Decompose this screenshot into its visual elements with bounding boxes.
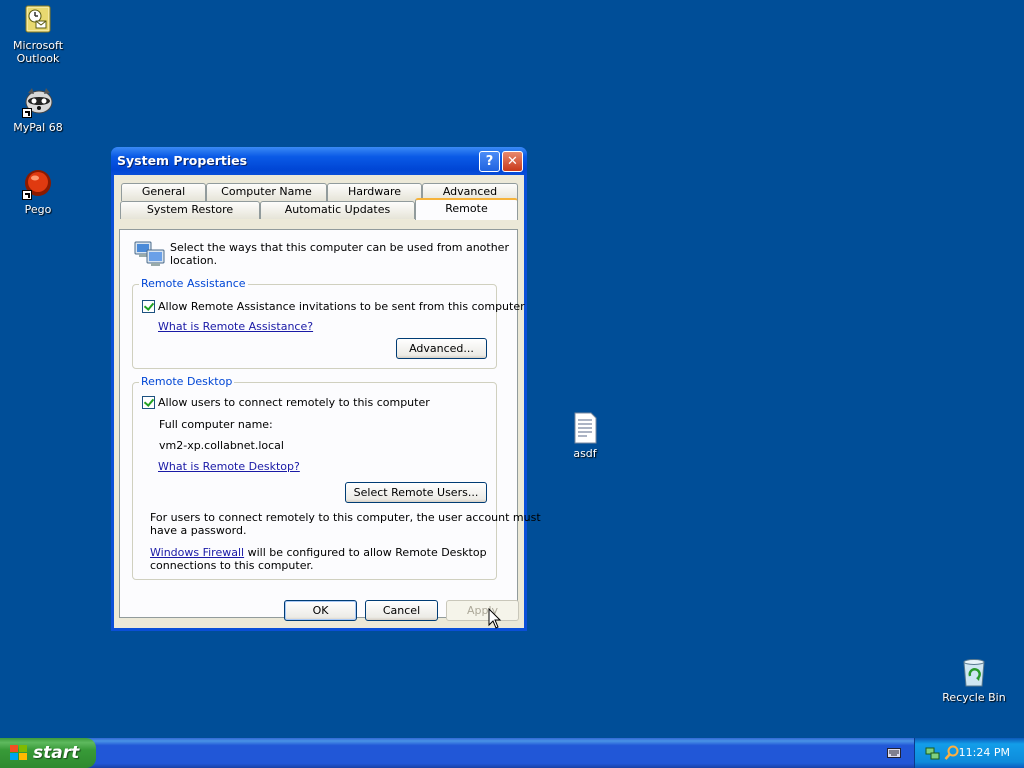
remote-assistance-legend: Remote Assistance [139, 277, 248, 290]
remote-tab-panel: Select the ways that this computer can b… [119, 229, 541, 618]
taskbar: start 11:24 PM [0, 738, 1024, 768]
tab-general[interactable]: General [121, 183, 206, 201]
close-button[interactable]: ✕ [502, 151, 523, 172]
what-is-remote-desktop-link[interactable]: What is Remote Desktop? [158, 460, 300, 473]
desktop-icon-outlook[interactable]: Microsoft Outlook [0, 4, 76, 65]
firewall-note-line2: connections to this computer. [150, 559, 314, 572]
help-icon: ? [485, 154, 494, 169]
pego-icon [22, 168, 54, 200]
system-tray: 11:24 PM [914, 738, 1024, 768]
remote-desktop-checkbox[interactable] [142, 396, 155, 409]
tab-automatic-updates[interactable]: Automatic Updates [260, 201, 415, 219]
mouse-cursor-icon [488, 607, 502, 630]
desktop-icon-label: asdf [573, 447, 597, 460]
ok-button[interactable]: OK [284, 600, 357, 621]
window-title: System Properties [117, 153, 248, 168]
mypal-icon [22, 86, 54, 118]
desktop-icon-recycle-bin[interactable]: Recycle Bin [936, 656, 1012, 704]
recycle-bin-icon [958, 656, 990, 688]
firewall-note-line1: Windows Firewall will be configured to a… [150, 546, 487, 559]
shortcut-arrow-icon [22, 190, 32, 200]
full-computer-name-label: Full computer name: [159, 418, 273, 431]
system-properties-window: System Properties ? ✕ General Computer N… [111, 147, 541, 631]
desktop-icon-label: MyPal 68 [13, 121, 63, 134]
title-bar[interactable]: System Properties ? ✕ [111, 147, 527, 175]
password-note-line1: For users to connect remotely to this co… [150, 511, 541, 524]
remote-computers-icon [133, 238, 167, 270]
start-label: start [33, 743, 80, 763]
select-remote-users-button[interactable]: Select Remote Users... [345, 482, 487, 503]
full-computer-name-value: vm2-xp.collabnet.local [159, 439, 284, 452]
windows-logo-icon [10, 745, 28, 761]
intro-text-line2: location. [170, 254, 218, 267]
desktop-icon-mypal[interactable]: MyPal 68 [0, 86, 76, 134]
desktop-icon-label: Microsoft [12, 39, 64, 52]
remote-assistance-group: Remote Assistance Allow Remote Assistanc… [132, 277, 525, 369]
desktop-icon-label: Outlook [16, 52, 60, 65]
tab-remote[interactable]: Remote [415, 198, 518, 220]
help-button[interactable]: ? [479, 151, 500, 172]
outlook-icon [22, 4, 54, 36]
search-tray-icon[interactable] [944, 745, 960, 761]
remote-assistance-checkbox[interactable] [142, 300, 155, 313]
shortcut-arrow-icon [22, 108, 32, 118]
advanced-button[interactable]: Advanced... [396, 338, 487, 359]
apply-button[interactable]: Apply [446, 600, 519, 621]
desktop-icon-label: Recycle Bin [942, 691, 1006, 704]
intro-text-line1: Select the ways that this computer can b… [170, 241, 509, 254]
firewall-note-text: will be configured to allow Remote Deskt… [244, 546, 487, 559]
keyboard-icon[interactable] [887, 748, 901, 758]
window-client-area: General Computer Name Hardware Advanced … [114, 175, 541, 628]
remote-desktop-group: Remote Desktop Allow users to connect re… [132, 375, 541, 580]
desktop-icon-label: Pego [24, 203, 52, 216]
windows-firewall-link[interactable]: Windows Firewall [150, 546, 244, 559]
network-tray-icon[interactable] [925, 745, 941, 761]
start-button[interactable]: start [0, 738, 96, 768]
remote-desktop-legend: Remote Desktop [139, 375, 235, 388]
what-is-remote-assistance-link[interactable]: What is Remote Assistance? [158, 320, 313, 333]
remote-desktop-checkbox-label[interactable]: Allow users to connect remotely to this … [158, 396, 430, 409]
tab-computer-name[interactable]: Computer Name [206, 183, 327, 201]
close-icon: ✕ [507, 154, 518, 169]
text-document-icon [569, 412, 601, 444]
tab-system-restore[interactable]: System Restore [120, 201, 260, 219]
desktop-icon-pego[interactable]: Pego [0, 168, 76, 216]
tab-hardware[interactable]: Hardware [327, 183, 422, 201]
desktop-icon-asdf[interactable]: asdf [547, 412, 623, 460]
password-note-line2: have a password. [150, 524, 247, 537]
cancel-button[interactable]: Cancel [365, 600, 438, 621]
remote-assistance-checkbox-label[interactable]: Allow Remote Assistance invitations to b… [158, 300, 525, 313]
clock[interactable]: 11:24 PM [959, 746, 1010, 759]
